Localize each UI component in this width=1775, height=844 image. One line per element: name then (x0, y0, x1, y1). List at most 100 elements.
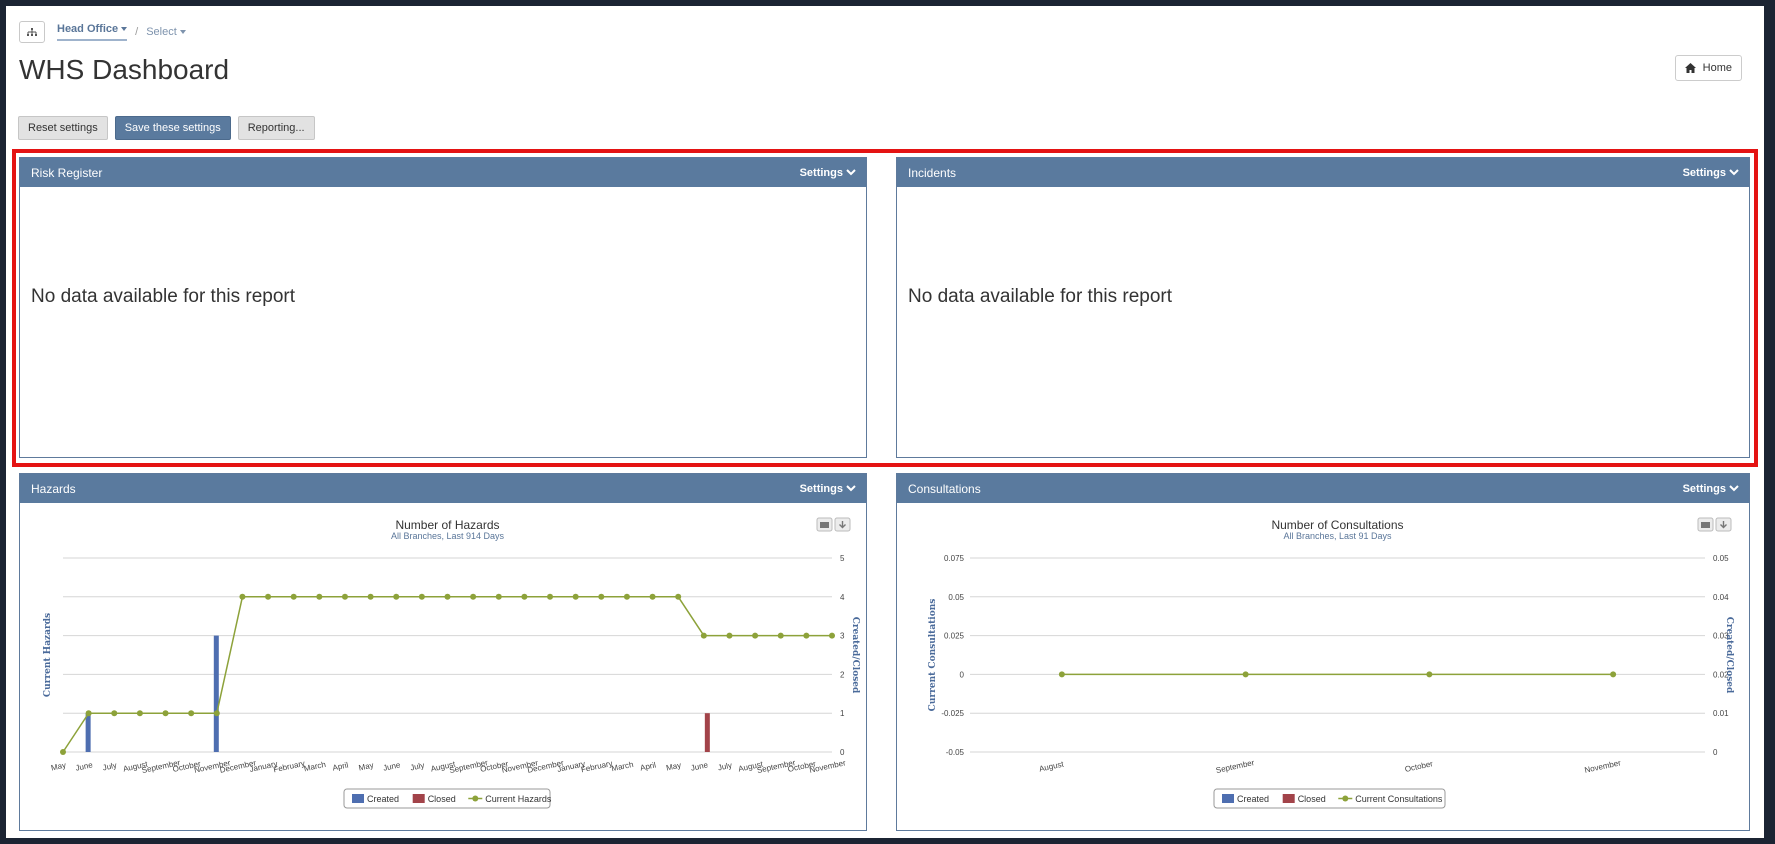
y-tick-label-left: -0.05 (946, 748, 965, 757)
line-point (726, 632, 733, 639)
y-tick-label-right: 0 (840, 748, 845, 757)
legend-point (472, 795, 479, 802)
select-dropdown[interactable]: Select (146, 26, 186, 38)
panel-settings-button[interactable]: Settings (1683, 167, 1739, 179)
x-tick-label: February (580, 759, 613, 774)
chart-title: Number of Consultations (1271, 518, 1403, 532)
line-point (649, 593, 656, 600)
settings-label: Settings (1682, 482, 1726, 495)
chevron-down-icon (846, 485, 856, 492)
no-data-message: No data available for this report (908, 286, 1173, 307)
panel-header: Hazards Settings (20, 474, 866, 503)
panel-title: Consultations (908, 481, 981, 496)
line-point (700, 632, 707, 639)
y-tick-label-right: 2 (840, 670, 845, 679)
x-tick-label: July (717, 761, 733, 773)
download-icon[interactable] (834, 517, 851, 532)
x-tick-label: March (611, 760, 635, 773)
chart-subtitle: All Branches, Last 914 Days (391, 531, 505, 541)
panel-header: Consultations Settings (897, 474, 1749, 503)
org-dropdown-label: Head Office (57, 23, 119, 35)
home-button[interactable]: Home (1674, 55, 1742, 81)
x-tick-label: March (303, 760, 327, 773)
bar-created (85, 713, 91, 752)
line-point (111, 710, 118, 717)
x-tick-label: May (665, 761, 682, 773)
consultations-panel: Consultations Settings Number of Consult… (896, 473, 1750, 831)
bar-closed (704, 713, 710, 752)
line-point (136, 710, 143, 717)
consultations-chart: Number of ConsultationsAll Branches, Las… (928, 517, 1734, 809)
settings-label: Settings (799, 166, 843, 179)
legend-label: Closed (1298, 794, 1326, 804)
panel-title: Incidents (908, 165, 957, 180)
line-point (598, 593, 605, 600)
line-point (495, 593, 502, 600)
line-point (444, 593, 451, 600)
x-tick-label: May (358, 761, 375, 773)
panel-header: Incidents Settings (897, 158, 1749, 187)
panel-settings-button[interactable]: Settings (800, 483, 856, 495)
panel-settings-button[interactable]: Settings (800, 167, 856, 179)
reporting-button[interactable]: Reporting... (237, 116, 315, 140)
line-point (1610, 671, 1617, 678)
y-tick-label-right: 0.05 (1713, 554, 1729, 563)
line-point (777, 632, 784, 639)
line-point (316, 593, 323, 600)
line-point (1058, 671, 1065, 678)
print-icon[interactable] (1697, 517, 1714, 532)
settings-label: Settings (799, 482, 843, 495)
chevron-down-icon (1729, 169, 1739, 176)
org-dropdown[interactable]: Head Office (57, 23, 128, 41)
y-tick-label-left: 0.025 (944, 632, 965, 641)
line-point (162, 710, 169, 717)
panel-settings-button[interactable]: Settings (1683, 483, 1739, 495)
y-tick-label-right: 4 (840, 593, 845, 602)
line-point (393, 593, 400, 600)
save-settings-button[interactable]: Save these settings (114, 116, 231, 140)
no-data-message: No data available for this report (31, 286, 296, 307)
line-point (213, 710, 220, 717)
download-icon[interactable] (1715, 517, 1732, 532)
breadcrumb-separator: / (135, 26, 139, 38)
line-point (188, 710, 195, 717)
y-tick-label-right: 3 (840, 632, 845, 641)
legend-swatch (412, 794, 425, 803)
y-tick-label-left: 0.05 (948, 593, 964, 602)
x-tick-label: August (1038, 759, 1065, 773)
line-point (60, 749, 66, 755)
hazards-chart: Number of HazardsAll Branches, Last 914 … (43, 517, 860, 809)
y-axis-label-right: Created/Closed (1724, 617, 1734, 694)
x-tick-label: February (273, 759, 306, 774)
x-tick-label: September (1215, 758, 1255, 775)
home-button-label: Home (1702, 62, 1732, 74)
settings-label: Settings (1682, 166, 1726, 179)
legend-label: Current Hazards (485, 794, 552, 804)
print-icon[interactable] (816, 517, 833, 532)
line-point (521, 593, 528, 600)
reset-settings-button[interactable]: Reset settings (18, 116, 108, 140)
y-tick-label-left: 0 (960, 670, 965, 679)
chevron-down-icon (179, 30, 186, 35)
risk-register-panel: Risk Register Settings No data available… (19, 157, 867, 458)
x-tick-label: June (690, 760, 709, 773)
line-point (239, 593, 246, 600)
line-point (752, 632, 759, 639)
y-tick-label-right: 1 (840, 709, 845, 718)
legend-label: Closed (428, 794, 456, 804)
x-tick-label: June (382, 760, 401, 773)
line-point (265, 593, 272, 600)
breadcrumb: Head Office / Select (19, 17, 186, 47)
sitemap-icon (27, 27, 37, 36)
panel-title: Risk Register (31, 165, 103, 180)
line-point (290, 593, 297, 600)
line-point (418, 593, 425, 600)
y-axis-label-left: Current Hazards (43, 613, 53, 697)
y-tick-label-right: 0 (1713, 748, 1718, 757)
x-tick-label: November (1584, 758, 1622, 775)
x-tick-label: April (332, 760, 350, 772)
settings-toolbar: Reset settings Save these settings Repor… (18, 116, 315, 140)
line-point (85, 710, 92, 717)
legend-point (1342, 795, 1349, 802)
org-tree-button[interactable] (19, 21, 45, 43)
